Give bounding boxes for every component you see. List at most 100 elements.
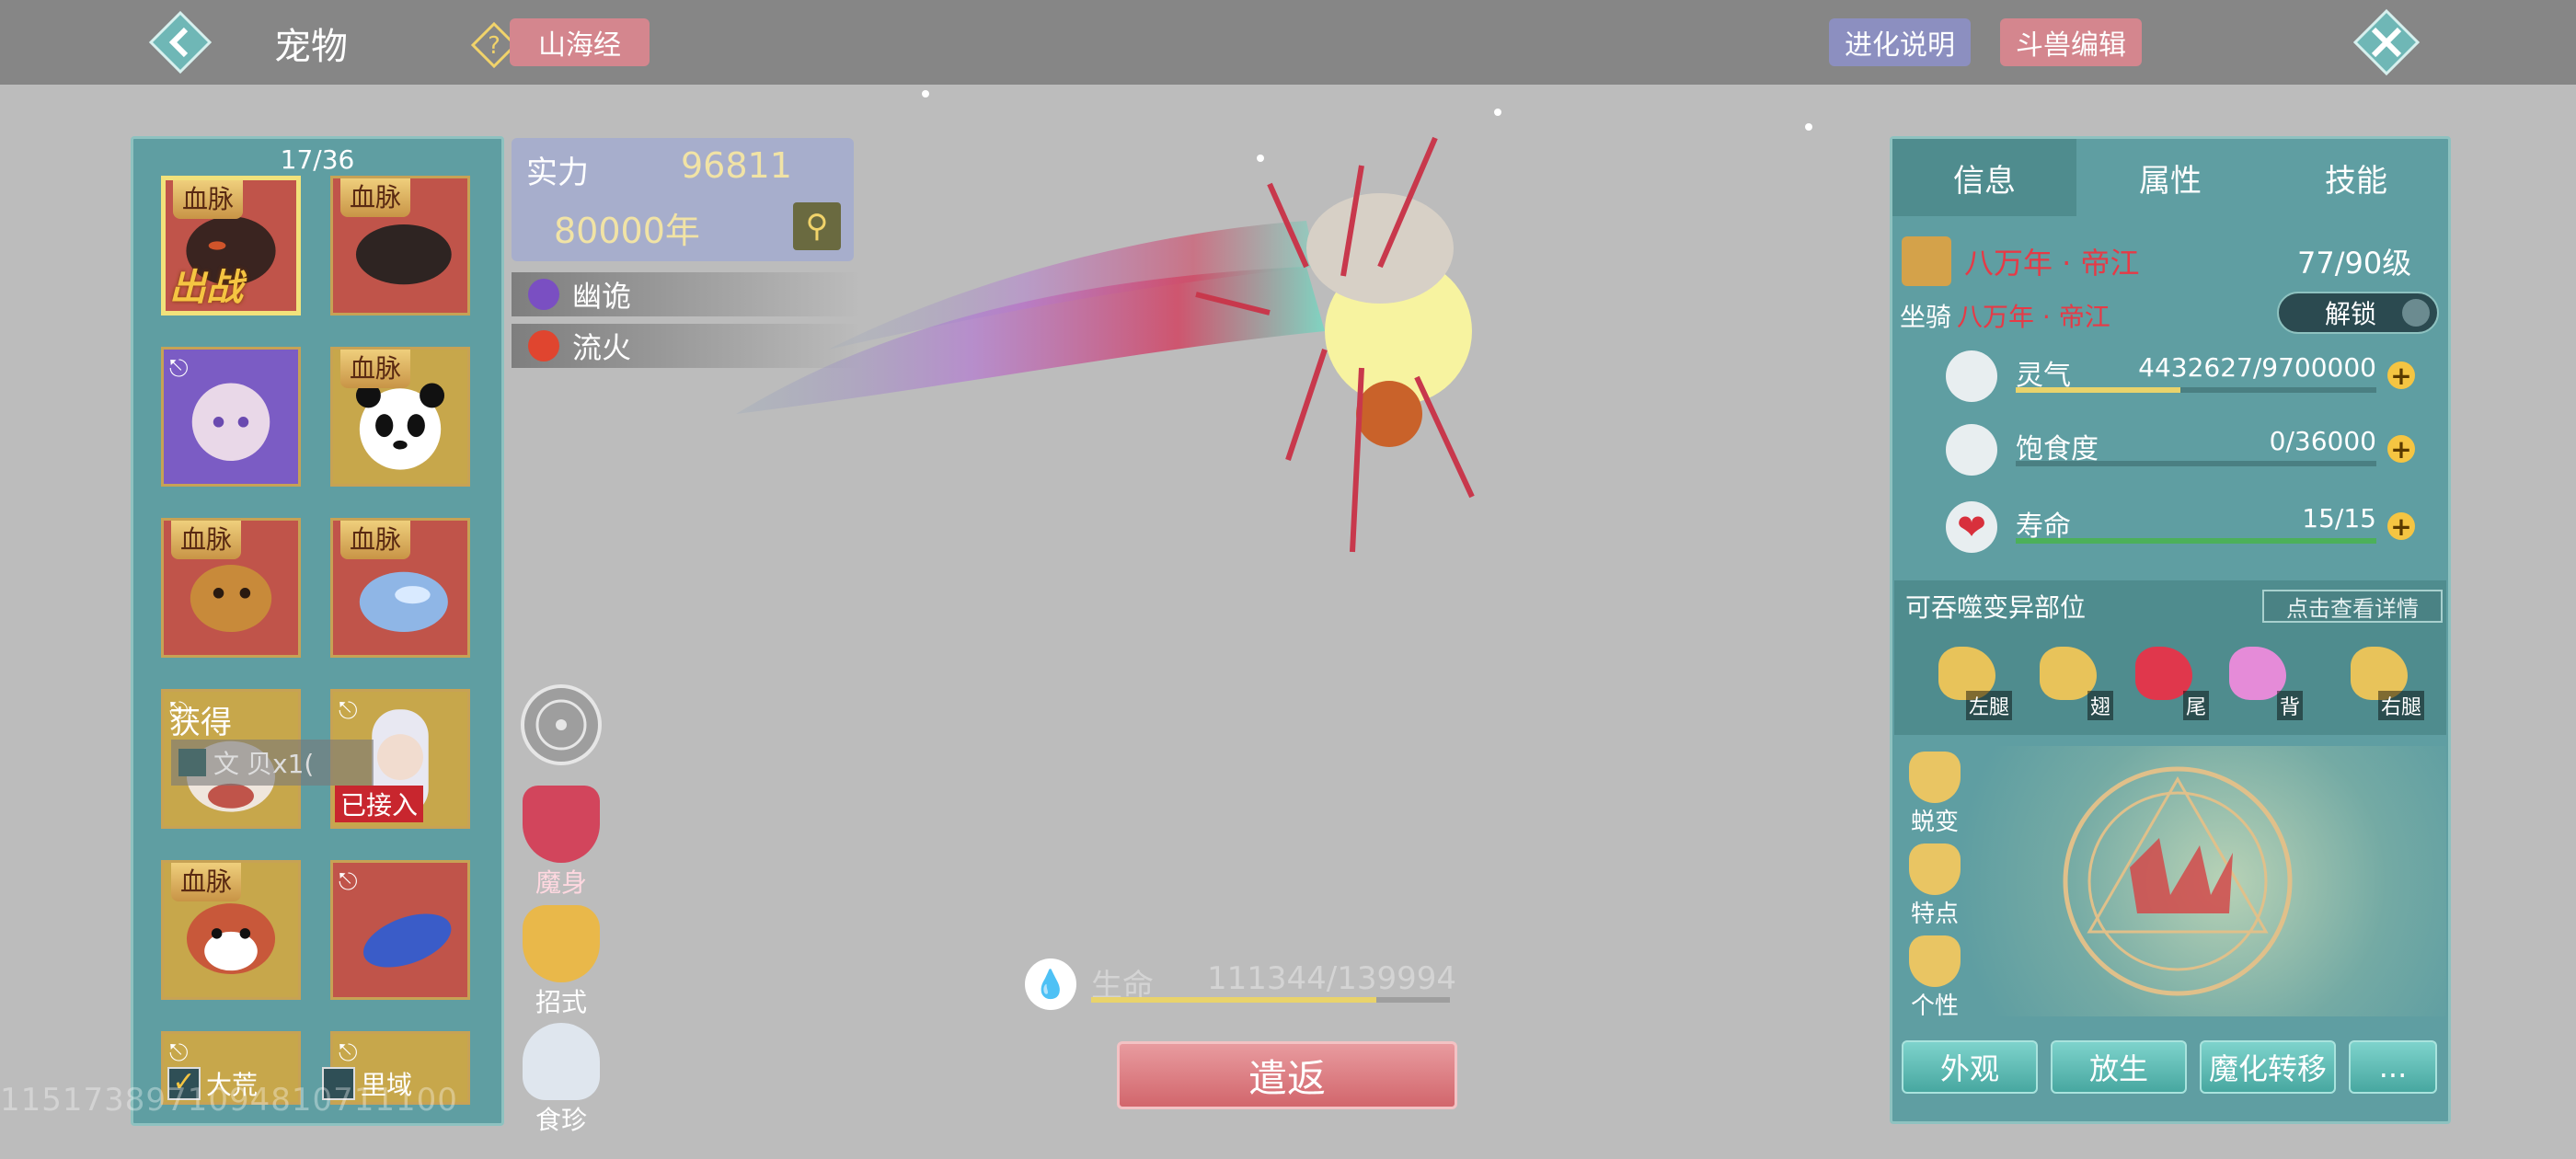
molt-label: 蜕变 xyxy=(1910,809,1959,836)
demon-icon xyxy=(523,786,600,863)
moves-label: 招式 xyxy=(535,987,587,1017)
unlock-label: 解锁 xyxy=(2325,299,2377,329)
part-tail[interactable]: 尾 xyxy=(2135,647,2209,720)
fire-trait-icon xyxy=(528,330,559,361)
appearance-button[interactable]: 外观 xyxy=(1902,1040,2038,1094)
toast-item-prefix: 文 xyxy=(213,749,240,779)
beast-edit-button[interactable]: 斗兽编辑 xyxy=(2000,18,2142,66)
mutation-detail-button[interactable]: 点击查看详情 xyxy=(2262,590,2443,623)
hp-bar-fill xyxy=(1091,997,1376,1003)
part-left-leg[interactable]: 左腿 xyxy=(1938,647,2012,720)
release-button[interactable]: 放生 xyxy=(2051,1040,2187,1094)
food-button[interactable]: 食珍 xyxy=(517,1023,605,1137)
add-satiety-icon[interactable]: + xyxy=(2387,434,2415,465)
ghost-trait-icon xyxy=(528,279,559,310)
food-label: 食珍 xyxy=(535,1105,587,1135)
demonize-transfer-button[interactable]: 魔化转移 xyxy=(2200,1040,2336,1094)
heart-icon: ❤ xyxy=(1946,501,1997,553)
pet-slot[interactable]: 血脉 xyxy=(330,176,470,316)
pet-slot[interactable]: 血脉 xyxy=(330,518,470,658)
food-bowl-icon xyxy=(523,1023,600,1100)
dismiss-button[interactable]: 遣返 xyxy=(1117,1041,1457,1109)
bloodline-tag: 血脉 xyxy=(340,178,411,217)
back-icon[interactable] xyxy=(147,9,213,75)
mount-label: 坐骑 xyxy=(1900,302,1952,332)
pet-model-dijiang[interactable] xyxy=(718,110,1527,570)
trait-label: 流火 xyxy=(572,330,632,365)
top-bar xyxy=(0,0,2576,85)
spirit-bar-fill xyxy=(2016,387,2180,393)
personality-label: 个性 xyxy=(1910,993,1959,1020)
orbit-icon[interactable] xyxy=(517,681,605,769)
power-label: 实力 xyxy=(526,155,589,191)
pet-slot[interactable]: 血脉 xyxy=(161,860,301,1000)
lock-icon: ⎋ xyxy=(339,1039,358,1067)
acquired-toast-item: 文贝x1( xyxy=(171,740,374,786)
tab-skills[interactable]: 技能 xyxy=(2264,139,2448,216)
part-tag: 左腿 xyxy=(1965,691,2012,720)
add-lifespan-icon[interactable]: + xyxy=(2387,511,2415,542)
item-icon xyxy=(178,749,206,776)
bloodline-tag: 血脉 xyxy=(171,521,242,559)
lock-icon: ⎋ xyxy=(339,697,358,725)
mutation-title: 可吞噬变异部位 xyxy=(1905,592,2087,623)
satiety-bar-track xyxy=(2016,461,2376,466)
unlock-toggle[interactable]: 解锁 xyxy=(2277,292,2439,334)
personality-button[interactable]: 个性 xyxy=(1905,935,1964,1021)
close-icon[interactable] xyxy=(2352,7,2421,77)
toggle-knob-icon xyxy=(2402,299,2430,327)
bloodline-tag: 血脉 xyxy=(173,180,244,219)
evolution-emblem-icon[interactable] xyxy=(2049,757,2306,1005)
feature-label: 特点 xyxy=(1910,901,1959,928)
satiety-value: 0/36000 xyxy=(2269,426,2376,456)
spirit-value: 4432627/9700000 xyxy=(2138,352,2376,383)
lock-icon: ⎋ xyxy=(169,355,189,383)
acquired-toast-title: 获得 xyxy=(169,705,232,741)
spirit-icon xyxy=(1946,350,1997,402)
feature-icon xyxy=(1909,843,1961,895)
deployed-tag: 出战 xyxy=(169,267,243,309)
pet-slot[interactable]: ⎋ xyxy=(161,347,301,487)
evolution-help-button[interactable]: 进化说明 xyxy=(1829,18,1971,66)
pet-slot[interactable]: 血脉 出战 xyxy=(161,176,301,316)
feature-button[interactable]: 特点 xyxy=(1905,843,1964,929)
lock-icon: ⎋ xyxy=(339,868,358,896)
svg-text:?: ? xyxy=(488,32,500,60)
connected-tag: 已接入 xyxy=(335,786,424,822)
mount-name: 八万年 · 帝江 xyxy=(1957,302,2110,332)
lifespan-bar-fill xyxy=(2016,538,2376,544)
fox-moves-icon xyxy=(523,905,600,982)
satiety-icon xyxy=(1946,424,1997,476)
pet-level: 77/90级 xyxy=(2297,246,2412,281)
bloodline-tag: 血脉 xyxy=(340,521,411,559)
personality-icon xyxy=(1909,935,1961,987)
pet-age: 80000年 xyxy=(554,211,700,251)
moves-button[interactable]: 招式 xyxy=(517,905,605,1019)
part-tag: 背 xyxy=(2276,691,2303,720)
pet-count: 17/36 xyxy=(280,144,355,175)
pet-slot[interactable]: 血脉 xyxy=(330,347,470,487)
part-right-leg[interactable]: 右腿 xyxy=(2351,647,2424,720)
lock-icon: ⎋ xyxy=(169,1039,189,1067)
hp-value: 111344/139994 xyxy=(1207,960,1457,997)
tab-info[interactable]: 信息 xyxy=(1892,139,2076,216)
pet-name: 八万年 · 帝江 xyxy=(1964,246,2140,281)
watermark: 1151738971094810711100 xyxy=(0,1082,458,1119)
part-tag: 尾 xyxy=(2182,691,2209,720)
info-panel: 信息 属性 技能 八万年 · 帝江 77/90级 坐骑 八万年 · 帝江 解锁 … xyxy=(1890,136,2451,1124)
part-wing[interactable]: 翅 xyxy=(2040,647,2113,720)
pet-slot[interactable]: ⎋ xyxy=(330,860,470,1000)
more-button[interactable]: ... xyxy=(2349,1040,2437,1094)
tab-attributes[interactable]: 属性 xyxy=(2078,139,2262,216)
part-tag: 右腿 xyxy=(2377,691,2424,720)
part-tag: 翅 xyxy=(2087,691,2113,720)
part-back[interactable]: 背 xyxy=(2229,647,2303,720)
trait-label: 幽诡 xyxy=(572,279,632,314)
bloodline-tag: 血脉 xyxy=(171,863,242,901)
add-spirit-icon[interactable]: + xyxy=(2387,361,2415,391)
shanhaijing-button[interactable]: 山海经 xyxy=(510,18,650,66)
demon-form-button[interactable]: 魔身 xyxy=(517,786,605,900)
lifespan-value: 15/15 xyxy=(2302,503,2376,534)
pet-slot[interactable]: 血脉 xyxy=(161,518,301,658)
molt-button[interactable]: 蜕变 xyxy=(1905,752,1964,837)
